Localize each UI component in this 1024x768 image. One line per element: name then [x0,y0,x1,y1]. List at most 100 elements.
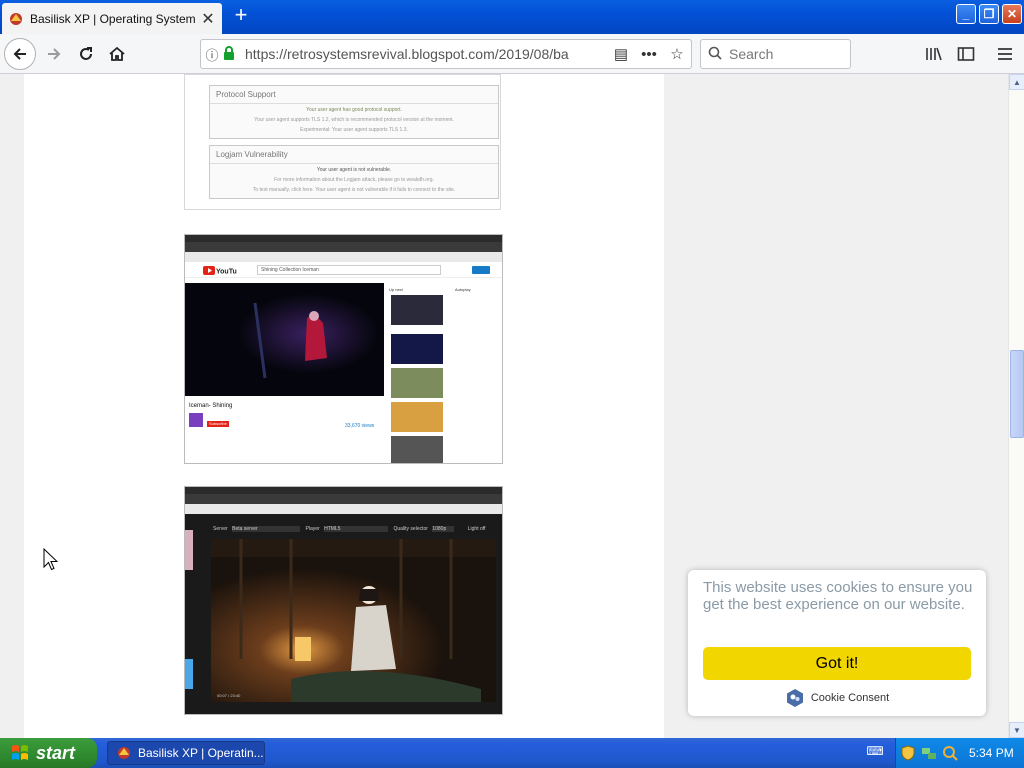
vp-server-label: Server [213,526,228,532]
start-button[interactable]: start [0,738,97,768]
home-icon [109,46,125,61]
search-input[interactable]: Search [700,39,851,69]
url-bar[interactable]: ⓘ https://retrosystemsrevival.blogspot.c… [200,39,692,69]
vp-quality-value: 1080p [432,526,455,532]
vp-controls-row: Server Beta server Player HTML5 Quality … [213,526,485,532]
scroll-up-arrow-icon[interactable]: ▲ [1009,74,1024,90]
cookie-brand-text: Cookie Consent [810,692,890,704]
logjam-line-3: To test manually, click here. Your user … [252,187,456,193]
reload-button[interactable] [70,38,102,70]
ssl-test-screenshot[interactable]: Protocol Support Your user agent has goo… [184,74,501,210]
vp-side-ad [185,530,193,570]
forward-button[interactable] [38,38,70,70]
logjam-line-1: Your user agent is not vulnerable. [316,167,392,173]
reader-view-icon[interactable]: ▤ [607,45,635,63]
page-actions-icon[interactable]: ••• [635,46,663,63]
svg-text:YouTube: YouTube [216,269,237,276]
cookie-consent-banner: This website uses cookies to ensure you … [688,570,986,716]
sidebar-toggle-icon[interactable] [950,38,982,70]
logjam-box: Logjam Vulnerability Your user agent is … [209,145,499,199]
yt-video-title: Iceman- Shining [189,403,233,409]
yt-nav-strip [185,252,502,262]
anime-frame-image [211,539,496,702]
protocol-support-title: Protocol Support [210,86,498,104]
taskbar-window-label: Basilisk XP | Operatin... [138,746,264,760]
new-tab-button[interactable]: + [230,4,252,27]
cookie-accept-button[interactable]: Got it! [703,647,971,680]
minimize-button[interactable]: _ [956,4,976,24]
tab-title: Basilisk XP | Operating System Re [30,11,200,26]
yt-channel-avatar [189,413,203,427]
menu-icon[interactable] [989,38,1021,70]
start-label: start [36,742,76,763]
yt-up-next: Up next [389,287,403,292]
windows-logo-icon [12,745,28,760]
basilisk-favicon-icon [10,12,22,25]
yt-video-player [185,283,384,396]
vp-player-label: Player [305,526,320,532]
yt-tab-strip [185,242,502,252]
vp-time: 00:07 / 23:40 [217,693,241,698]
url-text[interactable]: https://retrosystemsrevival.blogspot.com… [241,46,607,62]
forward-arrow-icon [48,48,61,60]
yt-suggestion-thumb [391,295,443,325]
yt-signin-button [472,266,490,274]
network-icon[interactable] [920,744,938,762]
scroll-thumb[interactable] [1010,350,1024,438]
maximize-button[interactable]: ❐ [979,4,999,24]
back-button[interactable] [4,38,36,70]
logjam-line-2: For more information about the Logjam at… [274,177,434,183]
taskbar: start Basilisk XP | Operatin... ⌨ 5:34 P… [0,738,1024,768]
youtube-logo-icon: YouTube [203,266,237,275]
vertical-scrollbar[interactable]: ▲ ▼ [1008,74,1024,738]
yt-search-input: Shining Collection Iceman [257,265,441,275]
vp-player-value: HTML5 [324,526,389,532]
vp-video: 00:07 / 23:40 [211,539,496,702]
yt-header: YouTube Shining Collection Iceman [185,262,502,278]
yt-suggestion-thumb [391,436,443,463]
back-arrow-icon [13,48,26,60]
browser-tab[interactable]: Basilisk XP | Operating System Re ✕ [2,3,222,34]
search-placeholder: Search [729,46,774,62]
yt-autoplay: Autoplay [455,287,471,292]
close-window-button[interactable]: ✕ [1002,4,1022,24]
protocol-line-1: Your user agent has good protocol suppor… [306,107,402,113]
yt-menu-strip [185,235,502,242]
video-frame-image [185,283,384,396]
vp-server-value: Beta server [232,526,301,532]
info-icon[interactable]: ⓘ [201,45,223,64]
yt-subscribe-button: Subscribe [207,421,229,427]
lock-icon[interactable] [223,45,241,63]
cookie-consent-logo-icon [786,689,803,707]
vp-menu-strip [185,487,502,494]
library-icon[interactable] [918,38,950,70]
keyboard-icon[interactable]: ⌨ [866,744,884,760]
vp-side-ad [185,659,193,689]
scroll-down-arrow-icon[interactable]: ▼ [1009,722,1024,738]
bookmark-star-icon[interactable]: ☆ [663,45,691,63]
navigation-toolbar: ⓘ https://retrosystemsrevival.blogspot.c… [0,34,1024,74]
title-bar: Basilisk XP | Operating System Re ✕ + _ … [0,0,1024,34]
protocol-support-box: Protocol Support Your user agent has goo… [209,85,499,139]
youtube-screenshot[interactable]: YouTube Shining Collection Iceman Iceman… [184,234,503,464]
vp-tab-strip [185,494,502,504]
search-tray-icon[interactable] [941,744,959,762]
protocol-line-3: Experimental: Your user agent supports T… [300,127,408,133]
yt-suggestion-thumb [391,402,443,432]
tab-close-icon[interactable]: ✕ [200,9,216,29]
reload-icon [80,47,92,60]
search-icon [701,46,729,63]
vp-nav-strip [185,504,502,514]
cookie-consent-link[interactable]: Cookie Consent [688,688,986,708]
mouse-cursor-icon [43,548,59,571]
video-player-screenshot[interactable]: Server Beta server Player HTML5 Quality … [184,486,503,715]
clock[interactable]: 5:34 PM [969,746,1014,760]
web-page: Protocol Support Your user agent has goo… [0,74,1008,738]
vp-light-off: Light off [467,526,486,532]
yt-suggestion-thumb [391,368,443,398]
home-button[interactable] [101,38,133,70]
logjam-title: Logjam Vulnerability [210,146,498,164]
security-shield-icon[interactable] [899,744,917,762]
taskbar-window-button[interactable]: Basilisk XP | Operatin... [107,741,265,765]
cookie-message: This website uses cookies to ensure you … [703,579,973,613]
